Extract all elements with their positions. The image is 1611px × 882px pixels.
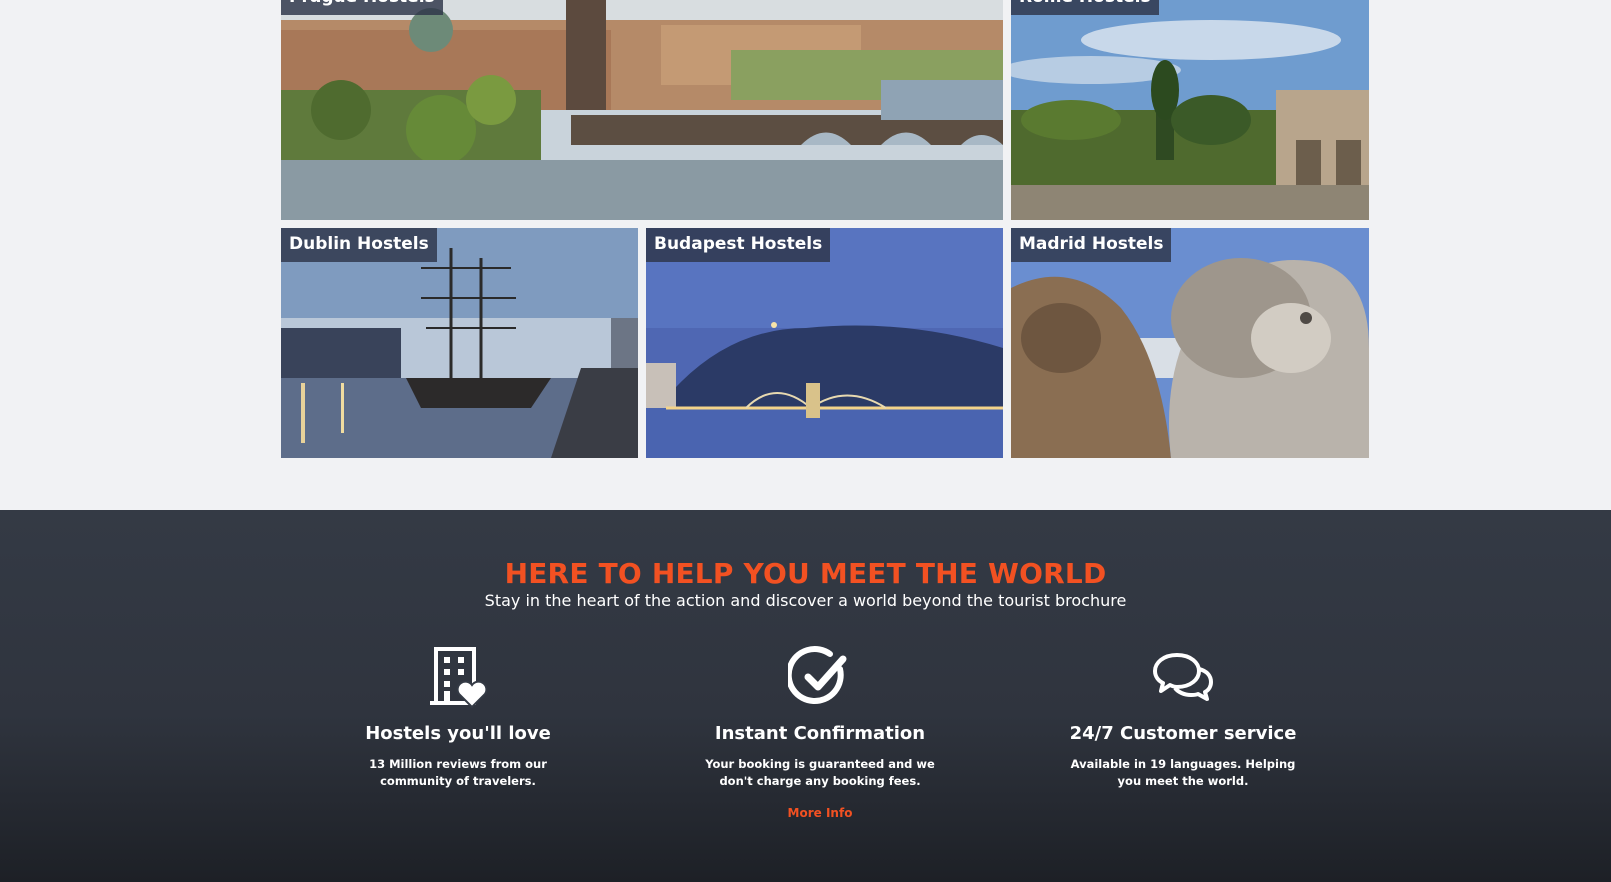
destination-label: Prague Hostels (281, 0, 443, 15)
destination-label: Budapest Hostels (646, 228, 831, 262)
destination-label: Dublin Hostels (281, 228, 437, 262)
rome-photo (1011, 0, 1369, 220)
section-heading: HERE TO HELP YOU MEET THE WORLD (504, 557, 1107, 590)
feature-hostels: Hostels you'll love 13 Million reviews f… (308, 645, 608, 790)
feature-instant-confirmation: Instant Confirmation Your booking is gua… (670, 645, 970, 821)
destination-tile-prague[interactable]: Prague Hostels (281, 0, 1003, 220)
check-circle-icon (788, 646, 847, 704)
dublin-photo (281, 228, 638, 458)
building-heart-icon (430, 647, 488, 709)
more-info-link[interactable]: More Info (788, 806, 853, 820)
destination-tile-rome[interactable]: Rome Hostels (1011, 0, 1369, 220)
destination-tile-madrid[interactable]: Madrid Hostels (1011, 228, 1369, 458)
destination-label: Rome Hostels (1011, 0, 1159, 15)
destination-label: Madrid Hostels (1011, 228, 1172, 262)
feature-description: Available in 19 languages. Helping you m… (1070, 757, 1296, 788)
value-proposition-section: HERE TO HELP YOU MEET THE WORLD Stay in … (0, 510, 1611, 882)
prague-photo (281, 0, 1003, 220)
feature-customer-service: 24/7 Customer service Available in 19 la… (1033, 645, 1333, 790)
feature-description: 13 Million reviews from our community of… (369, 757, 547, 788)
feature-title: Hostels you'll love (365, 723, 551, 744)
feature-title: 24/7 Customer service (1069, 723, 1297, 744)
section-tagline: Stay in the heart of the action and disc… (484, 591, 1127, 610)
budapest-photo (646, 228, 1003, 458)
destination-tile-budapest[interactable]: Budapest Hostels (646, 228, 1003, 458)
madrid-photo (1011, 228, 1369, 458)
feature-title: Instant Confirmation (714, 723, 926, 744)
chat-bubbles-icon (1153, 653, 1213, 701)
destination-tile-dublin[interactable]: Dublin Hostels (281, 228, 638, 458)
feature-description: Your booking is guaranteed and we don't … (705, 757, 935, 788)
